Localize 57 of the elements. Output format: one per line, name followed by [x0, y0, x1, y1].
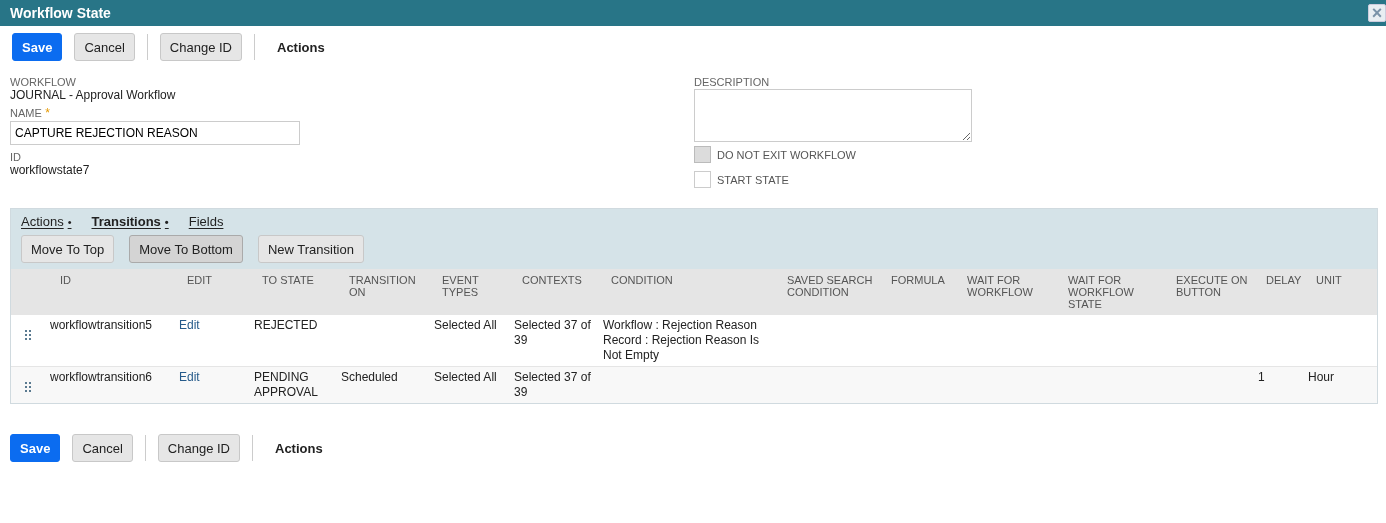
- column-header: EVENT TYPES: [441, 273, 480, 300]
- table-cell: 1: [1258, 370, 1265, 384]
- column-header: UNIT: [1315, 273, 1343, 288]
- field-label: NAME: [10, 107, 42, 119]
- drag-handle-icon[interactable]: [25, 330, 31, 340]
- column-header: WAIT FOR WORKFLOW STATE: [1067, 273, 1135, 312]
- column-header: CONTEXTS: [521, 273, 583, 288]
- description-field[interactable]: [694, 89, 972, 142]
- checkbox-label: START STATE: [717, 173, 789, 186]
- sublist-button[interactable]: Move To Bottom: [129, 235, 243, 263]
- table-cell: PENDING APPROVAL: [254, 370, 318, 399]
- field-label: WORKFLOW: [10, 76, 77, 88]
- table-cell: Selected All: [434, 370, 497, 384]
- column-header: TRANSITION ON: [348, 273, 417, 300]
- drag-handle-icon[interactable]: [25, 382, 31, 392]
- column-header: DELAY: [1265, 273, 1303, 288]
- actions-menu[interactable]: Actions: [275, 440, 323, 456]
- save-button[interactable]: Save: [12, 33, 63, 61]
- save-button[interactable]: Save: [10, 434, 61, 462]
- column-header: SAVED SEARCH CONDITION: [786, 273, 874, 300]
- table-cell: Selected 37 of 39: [514, 318, 591, 347]
- table-cell: Selected 37 of 39: [514, 370, 591, 399]
- checkbox-label: DO NOT EXIT WORKFLOW: [717, 148, 856, 161]
- actions-menu[interactable]: Actions: [277, 39, 325, 55]
- table-cell: Scheduled: [341, 370, 398, 384]
- column-header: TO STATE: [261, 273, 315, 288]
- edit-link[interactable]: Edit: [179, 318, 200, 332]
- change-id-button[interactable]: Change ID: [159, 33, 242, 61]
- field-value: JOURNAL - Approval Workflow: [10, 88, 177, 102]
- field-value: workflowstate7: [10, 163, 91, 177]
- column-header: ID: [59, 273, 72, 288]
- table-cell: Hour: [1308, 370, 1334, 384]
- window-title: Workflow State: [10, 5, 111, 21]
- table-cell: workflowtransition6: [50, 370, 153, 384]
- edit-link[interactable]: Edit: [179, 370, 200, 384]
- table-cell: REJECTED: [254, 318, 318, 332]
- subtab[interactable]: Fields: [188, 214, 224, 229]
- table-cell: workflowtransition5: [50, 318, 153, 332]
- column-header: FORMULA: [890, 273, 946, 288]
- sublist-button[interactable]: Move To Top: [21, 235, 115, 263]
- checkbox[interactable]: [694, 171, 711, 188]
- subtab[interactable]: Actions •: [21, 214, 72, 229]
- change-id-button[interactable]: Change ID: [157, 434, 240, 462]
- cancel-button[interactable]: Cancel: [72, 434, 133, 462]
- table-cell: Selected All: [434, 318, 497, 332]
- field-label: ID: [10, 151, 22, 163]
- sublist-button[interactable]: New Transition: [257, 235, 364, 263]
- column-header: WAIT FOR WORKFLOW: [966, 273, 1034, 300]
- table-cell: Workflow : Rejection Reason Record : Rejection Reason Is Not Empty: [603, 318, 760, 362]
- field-label: DESCRIPTION: [694, 76, 771, 88]
- name-field[interactable]: CAPTURE REJECTION REASON: [10, 121, 300, 145]
- column-header: CONDITION: [610, 273, 674, 288]
- column-header: EDIT: [186, 273, 214, 288]
- cancel-button[interactable]: Cancel: [74, 33, 135, 61]
- column-header: EXECUTE ON BUTTON: [1175, 273, 1249, 300]
- subtab[interactable]: Transitions •: [91, 214, 169, 229]
- required-mark: *: [45, 106, 50, 120]
